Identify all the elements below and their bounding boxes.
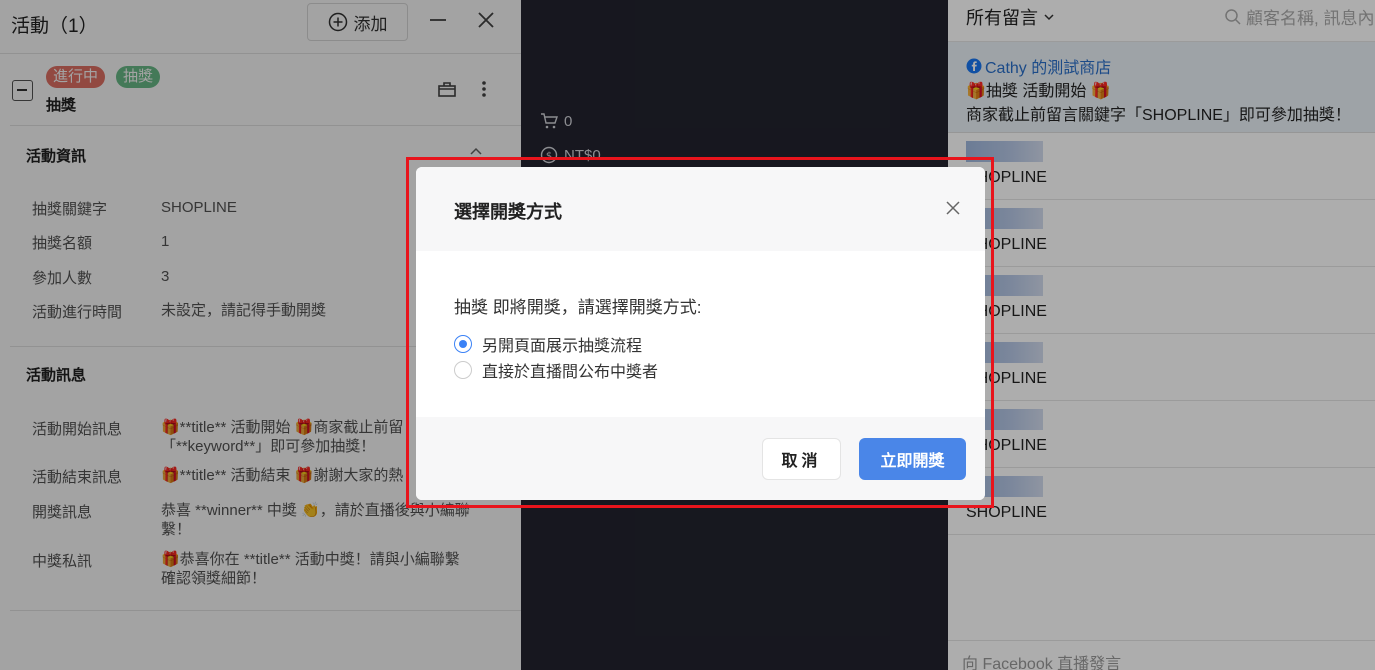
- highlight-frame: [406, 157, 994, 508]
